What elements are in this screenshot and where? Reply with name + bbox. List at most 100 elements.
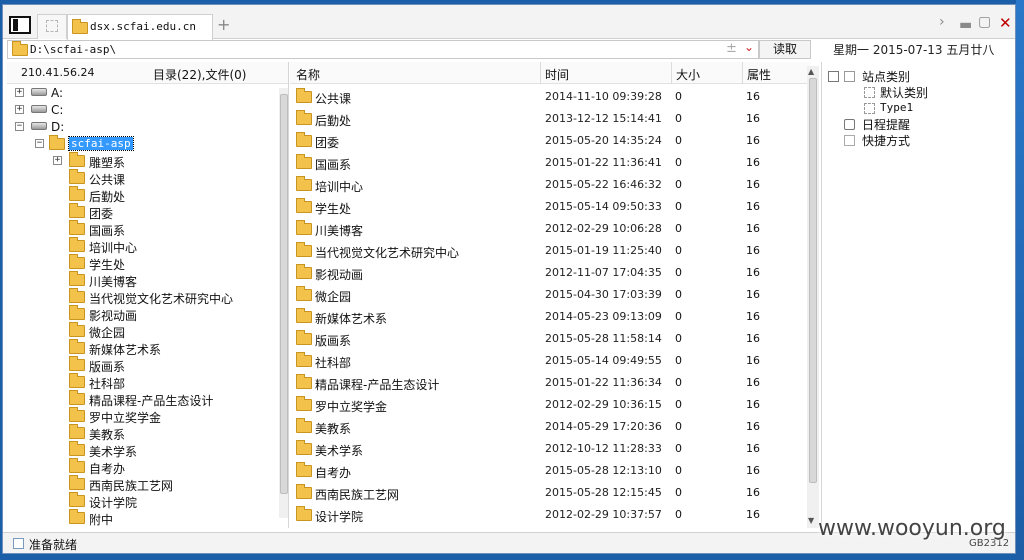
column-divider[interactable] bbox=[742, 62, 743, 84]
scrollbar-thumb[interactable] bbox=[280, 94, 288, 494]
file-name[interactable]: 美术学系 bbox=[315, 442, 363, 459]
tab-blank[interactable] bbox=[37, 14, 67, 39]
table-row[interactable]: 精品课程-产品生态设计 2015-01-22 11:36:34 0 16 bbox=[290, 372, 810, 394]
tree-drive[interactable]: + A: bbox=[7, 85, 277, 102]
folder-label[interactable]: 雕塑系 bbox=[89, 154, 125, 171]
tree-folder[interactable]: 精品课程-产品生态设计 bbox=[7, 390, 277, 409]
tree-folder[interactable]: 后勤处 bbox=[7, 186, 277, 205]
file-name[interactable]: 精品课程-产品生态设计 bbox=[315, 376, 439, 393]
scroll-up-icon[interactable]: ▲ bbox=[808, 67, 814, 76]
file-name[interactable]: 微企园 bbox=[315, 288, 351, 305]
table-row[interactable]: 培训中心 2015-05-22 16:46:32 0 16 bbox=[290, 174, 810, 196]
site-category-label[interactable]: 站点类别 bbox=[862, 68, 910, 85]
type1-item[interactable]: Type1 bbox=[880, 101, 913, 114]
table-row[interactable]: 川美博客 2012-02-29 10:06:28 0 16 bbox=[290, 218, 810, 240]
column-size[interactable]: 大小 bbox=[676, 66, 700, 83]
column-divider[interactable] bbox=[671, 62, 672, 84]
folder-label[interactable]: 美术学系 bbox=[89, 443, 137, 460]
file-name[interactable]: 新媒体艺术系 bbox=[315, 310, 387, 327]
folder-label[interactable]: 西南民族工艺网 bbox=[89, 477, 173, 494]
folder-label[interactable]: 社科部 bbox=[89, 375, 125, 392]
folder-label[interactable]: 川美博客 bbox=[89, 273, 137, 290]
tree-folder[interactable]: 公共课 bbox=[7, 169, 277, 188]
expand-icon[interactable]: + bbox=[53, 156, 62, 165]
file-name[interactable]: 后勤处 bbox=[315, 112, 351, 129]
column-name[interactable]: 名称 bbox=[296, 66, 320, 83]
column-divider[interactable] bbox=[540, 62, 541, 84]
drive-label[interactable]: D: bbox=[51, 120, 64, 134]
file-name[interactable]: 设计学院 bbox=[315, 508, 363, 525]
folder-label[interactable]: 精品课程-产品生态设计 bbox=[89, 392, 213, 409]
table-row[interactable]: 团委 2015-05-20 14:35:24 0 16 bbox=[290, 130, 810, 152]
table-row[interactable]: 罗中立奖学金 2012-02-29 10:36:15 0 16 bbox=[290, 394, 810, 416]
folder-label[interactable]: 团委 bbox=[89, 205, 113, 222]
tree-scrollbar[interactable] bbox=[279, 88, 288, 518]
new-tab-icon[interactable]: + bbox=[217, 15, 230, 34]
file-name[interactable]: 影视动画 bbox=[315, 266, 363, 283]
chevron-right-icon[interactable]: › bbox=[939, 14, 945, 30]
column-time[interactable]: 时间 bbox=[545, 66, 569, 83]
app-logo-icon[interactable] bbox=[9, 16, 31, 34]
folder-label[interactable]: 影视动画 bbox=[89, 307, 137, 324]
close-icon[interactable]: ✕ bbox=[999, 14, 1012, 32]
folder-label[interactable]: 后勤处 bbox=[89, 188, 125, 205]
table-row[interactable]: 美教系 2014-05-29 17:20:36 0 16 bbox=[290, 416, 810, 438]
file-name[interactable]: 美教系 bbox=[315, 420, 351, 437]
table-row[interactable]: 西南民族工艺网 2015-05-28 12:15:45 0 16 bbox=[290, 482, 810, 504]
tree-folder[interactable]: 附中 bbox=[7, 509, 277, 527]
folder-label[interactable]: 学生处 bbox=[89, 256, 125, 273]
tree-folder[interactable]: 罗中立奖学金 bbox=[7, 407, 277, 426]
drive-label[interactable]: C: bbox=[51, 103, 63, 117]
table-row[interactable]: 新媒体艺术系 2014-05-23 09:13:09 0 16 bbox=[290, 306, 810, 328]
tree-drive[interactable]: + C: bbox=[7, 102, 277, 119]
file-name[interactable]: 西南民族工艺网 bbox=[315, 486, 399, 503]
file-name[interactable]: 国画系 bbox=[315, 156, 351, 173]
collapse-icon[interactable] bbox=[828, 71, 839, 82]
file-name[interactable]: 公共课 bbox=[315, 90, 351, 107]
tree-folder[interactable]: 川美博客 bbox=[7, 271, 277, 290]
tree-folder[interactable]: 西南民族工艺网 bbox=[7, 475, 277, 494]
file-name[interactable]: 川美博客 bbox=[315, 222, 363, 239]
column-attr[interactable]: 属性 bbox=[747, 66, 771, 83]
file-list-scrollbar[interactable]: ▲ ▼ bbox=[807, 66, 819, 528]
table-row[interactable]: 设计学院 2012-02-29 10:37:57 0 16 bbox=[290, 504, 810, 526]
tree-folder[interactable]: 微企园 bbox=[7, 322, 277, 341]
tree-folder[interactable]: 新媒体艺术系 bbox=[7, 339, 277, 358]
file-name[interactable]: 团委 bbox=[315, 134, 339, 151]
table-row[interactable]: 版画系 2015-05-28 11:58:14 0 16 bbox=[290, 328, 810, 350]
tree-folder[interactable]: 影视动画 bbox=[7, 305, 277, 324]
folder-label[interactable]: 当代视觉文化艺术研究中心 bbox=[89, 290, 233, 307]
folder-label[interactable]: 微企园 bbox=[89, 324, 125, 341]
expand-icon[interactable]: + bbox=[15, 88, 24, 97]
default-category-item[interactable]: 默认类别 bbox=[880, 84, 928, 101]
file-name[interactable]: 自考办 bbox=[315, 464, 351, 481]
folder-label[interactable]: 罗中立奖学金 bbox=[89, 409, 161, 426]
folder-label[interactable]: 新媒体艺术系 bbox=[89, 341, 161, 358]
tree-folder[interactable]: + 雕塑系 bbox=[7, 152, 277, 171]
tree-folder[interactable]: 国画系 bbox=[7, 220, 277, 238]
scrollbar-thumb[interactable] bbox=[809, 78, 817, 483]
shortcuts[interactable]: 快捷方式 bbox=[862, 132, 910, 149]
file-name[interactable]: 培训中心 bbox=[315, 178, 363, 195]
table-row[interactable]: 影视动画 2012-11-07 17:04:35 0 16 bbox=[290, 262, 810, 284]
address-bar[interactable]: D:\scfai-asp\ ± ⌄ bbox=[7, 40, 759, 59]
file-name[interactable]: 版画系 bbox=[315, 332, 351, 349]
maximize-icon[interactable]: ▢ bbox=[978, 14, 991, 30]
scroll-down-icon[interactable]: ▼ bbox=[808, 516, 814, 525]
plus-minus-icon[interactable]: ± bbox=[726, 41, 737, 56]
folder-label[interactable]: 自考办 bbox=[89, 460, 125, 477]
table-row[interactable]: 当代视觉文化艺术研究中心 2015-01-19 11:25:40 0 16 bbox=[290, 240, 810, 262]
tab-site[interactable]: dsx.scfai.edu.cn bbox=[67, 14, 213, 40]
file-name[interactable]: 当代视觉文化艺术研究中心 bbox=[315, 244, 459, 261]
chevron-down-icon[interactable]: ⌄ bbox=[744, 40, 754, 54]
file-name[interactable]: 社科部 bbox=[315, 354, 351, 371]
table-row[interactable]: 学生处 2015-05-14 09:50:33 0 16 bbox=[290, 196, 810, 218]
table-row[interactable]: 美术学系 2012-10-12 11:28:33 0 16 bbox=[290, 438, 810, 460]
table-row[interactable]: 后勤处 2013-12-12 15:14:41 0 16 bbox=[290, 108, 810, 130]
address-path[interactable]: D:\scfai-asp\ bbox=[30, 43, 116, 56]
expand-icon[interactable]: − bbox=[15, 122, 24, 131]
collapse-icon[interactable]: − bbox=[35, 139, 44, 148]
tree-folder-selected[interactable]: − scfai-asp bbox=[7, 135, 277, 153]
folder-label[interactable]: 公共课 bbox=[89, 171, 125, 188]
drive-label[interactable]: A: bbox=[51, 86, 63, 100]
